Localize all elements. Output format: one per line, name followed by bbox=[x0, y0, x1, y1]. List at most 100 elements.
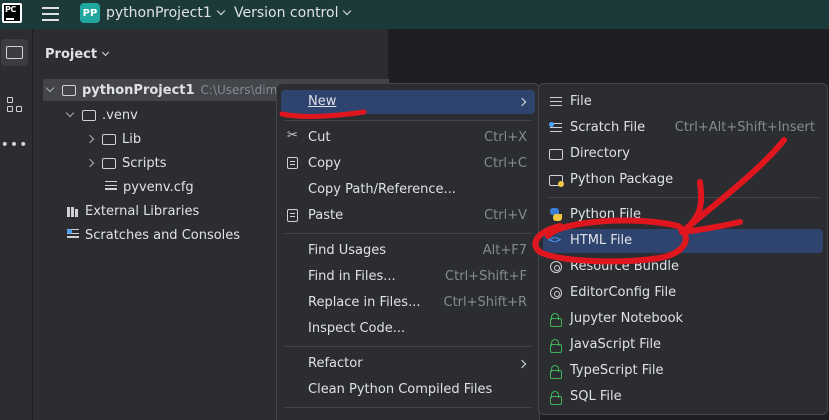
project-panel-title[interactable]: Project bbox=[45, 47, 110, 62]
submenu-item-editorconfig[interactable]: EditorConfig File bbox=[543, 281, 823, 305]
menu-item-copy-path[interactable]: Copy Path/Reference... bbox=[281, 178, 535, 202]
more-tools-button[interactable]: ••• bbox=[1, 131, 28, 158]
submenu-item-html-file[interactable]: <> HTML File bbox=[543, 229, 823, 253]
scratch-icon bbox=[67, 229, 81, 241]
new-submenu: File Scratch File Ctrl+Alt+Shift+Insert … bbox=[538, 83, 828, 415]
submenu-item-python-package[interactable]: Python Package bbox=[543, 168, 823, 192]
menu-item-label: Jupyter Notebook bbox=[570, 311, 684, 326]
menu-item-shortcut: Ctrl+X bbox=[484, 130, 527, 145]
folder-icon bbox=[62, 84, 76, 96]
menu-item-label: EditorConfig File bbox=[570, 285, 677, 300]
menu-separator bbox=[285, 346, 531, 347]
python-file-icon bbox=[549, 208, 563, 222]
menu-item-label: Resource Bundle bbox=[570, 259, 680, 274]
tree-item-label: Scratches and Consoles bbox=[85, 227, 241, 243]
menu-item-shortcut: Alt+F7 bbox=[482, 243, 527, 258]
menu-item-label: Find Usages bbox=[308, 243, 387, 258]
menu-item-find-usages[interactable]: Find Usages Alt+F7 bbox=[281, 239, 535, 263]
submenu-item-javascript[interactable]: JavaScript File bbox=[543, 333, 823, 357]
submenu-item-typescript[interactable]: TypeScript File bbox=[543, 359, 823, 383]
menu-separator bbox=[285, 120, 531, 121]
project-badge[interactable]: PP bbox=[80, 3, 100, 23]
menu-item-label: Replace in Files... bbox=[308, 295, 421, 310]
menu-item-label: Copy Path/Reference... bbox=[308, 182, 456, 197]
submenu-arrow-icon bbox=[517, 97, 527, 107]
menu-item-inspect-code[interactable]: Inspect Code... bbox=[281, 317, 535, 341]
lock-icon bbox=[549, 338, 563, 353]
menu-item-label: Inspect Code... bbox=[308, 321, 406, 336]
library-icon bbox=[67, 205, 81, 217]
expand-arrow-icon[interactable] bbox=[65, 108, 75, 118]
submenu-item-file[interactable]: File bbox=[543, 90, 823, 114]
html-file-icon: <> bbox=[548, 233, 562, 246]
menu-item-label: Scratch File bbox=[570, 120, 646, 135]
tree-item-scripts[interactable]: Scripts bbox=[85, 152, 167, 174]
tree-item-label: External Libraries bbox=[85, 203, 200, 219]
resource-bundle-icon bbox=[550, 261, 562, 273]
tree-item-label: pyvenv.cfg bbox=[123, 179, 194, 195]
directory-icon bbox=[549, 149, 563, 160]
submenu-item-sql[interactable]: SQL File bbox=[543, 385, 823, 409]
menu-item-find-in-files[interactable]: Find in Files... Ctrl+Shift+F bbox=[281, 265, 535, 289]
tree-item-external-libraries[interactable]: External Libraries bbox=[67, 200, 199, 222]
tree-item-label: Scripts bbox=[122, 155, 167, 171]
tree-item-label: Lib bbox=[122, 131, 142, 147]
menu-item-shortcut: Ctrl+Shift+F bbox=[445, 269, 527, 284]
menu-item-shortcut: Ctrl+C bbox=[483, 156, 527, 171]
menu-item-shortcut: Ctrl+V bbox=[484, 208, 527, 223]
project-tool-button[interactable] bbox=[1, 39, 28, 66]
menu-item-label: Refactor bbox=[308, 356, 363, 371]
tree-item-lib[interactable]: Lib bbox=[85, 128, 142, 150]
submenu-item-resource-bundle[interactable]: Resource Bundle bbox=[543, 255, 823, 279]
chevron-down-icon bbox=[216, 6, 226, 16]
menu-item-label: TypeScript File bbox=[570, 363, 664, 378]
menu-item-shortcut: Ctrl+Shift+R bbox=[443, 295, 528, 310]
title-bar: PC PP pythonProject1 Version control bbox=[0, 0, 829, 29]
menu-item-paste[interactable]: Paste Ctrl+V bbox=[281, 204, 535, 228]
file-icon bbox=[550, 97, 564, 111]
tree-item-venv[interactable]: .venv bbox=[65, 104, 138, 126]
tree-item-pyvenv-cfg[interactable]: pyvenv.cfg bbox=[105, 176, 194, 198]
submenu-item-scratch-file[interactable]: Scratch File Ctrl+Alt+Shift+Insert bbox=[543, 116, 823, 140]
submenu-item-jupyter[interactable]: Jupyter Notebook bbox=[543, 307, 823, 331]
menu-separator bbox=[285, 233, 531, 234]
menu-item-shortcut: Ctrl+Alt+Shift+Insert bbox=[674, 120, 815, 135]
menu-item-cut[interactable]: Cut Ctrl+X bbox=[281, 126, 535, 150]
folder-icon bbox=[102, 157, 116, 169]
collapse-arrow-icon[interactable] bbox=[85, 158, 95, 168]
menu-item-label: New bbox=[308, 94, 337, 109]
paste-icon bbox=[287, 209, 298, 222]
pycharm-logo-icon[interactable]: PC bbox=[2, 3, 22, 23]
menu-item-label: Clean Python Compiled Files bbox=[308, 382, 493, 397]
submenu-item-python-file[interactable]: Python File bbox=[543, 203, 823, 227]
menu-item-label: File bbox=[570, 94, 592, 109]
tree-item-scratches[interactable]: Scratches and Consoles bbox=[67, 224, 240, 246]
menu-item-label: Paste bbox=[308, 208, 344, 223]
menu-item-label: Python Package bbox=[570, 172, 674, 187]
config-file-icon bbox=[105, 181, 117, 193]
project-switcher[interactable]: pythonProject1 bbox=[106, 5, 226, 21]
menu-item-label: Directory bbox=[570, 146, 630, 161]
submenu-arrow-icon bbox=[517, 359, 527, 369]
lock-icon bbox=[549, 364, 563, 379]
menu-item-replace-in-files[interactable]: Replace in Files... Ctrl+Shift+R bbox=[281, 291, 535, 315]
version-control-menu[interactable]: Version control bbox=[234, 5, 352, 21]
menu-item-clean-compiled[interactable]: Clean Python Compiled Files bbox=[281, 378, 535, 402]
expand-arrow-icon[interactable] bbox=[45, 83, 55, 93]
menu-item-copy[interactable]: Copy Ctrl+C bbox=[281, 152, 535, 176]
menu-item-refactor[interactable]: Refactor bbox=[281, 352, 535, 376]
structure-tool-button[interactable] bbox=[1, 91, 28, 118]
collapse-arrow-icon[interactable] bbox=[85, 134, 95, 144]
folder-icon bbox=[6, 46, 23, 59]
main-menu-icon[interactable] bbox=[42, 7, 59, 21]
menu-item-new[interactable]: New bbox=[281, 90, 535, 114]
tree-item-path: C:\Users\dima bbox=[200, 83, 285, 97]
scratch-file-icon bbox=[549, 122, 564, 137]
project-name-label: pythonProject1 bbox=[106, 5, 212, 21]
tree-item-label: .venv bbox=[102, 107, 138, 123]
submenu-item-directory[interactable]: Directory bbox=[543, 142, 823, 166]
structure-icon bbox=[6, 96, 23, 113]
menu-item-label: SQL File bbox=[570, 389, 622, 404]
python-package-icon bbox=[549, 175, 564, 187]
folder-icon bbox=[82, 109, 96, 121]
